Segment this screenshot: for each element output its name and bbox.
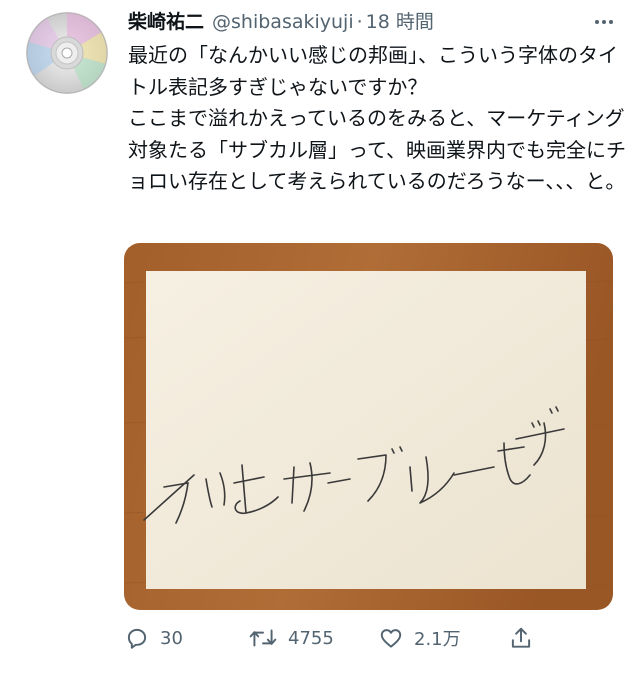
reply-count: 30	[160, 627, 183, 649]
share-button[interactable]	[508, 620, 534, 656]
tweet-text: 最近の「なんかいい感じの邦画」、こういう字体のタイトル表記多すぎじゃないですか？…	[128, 43, 626, 193]
tweet: 柴崎祐二 @shibasakiyuji · 18 時間 最近の「なんかいい感じの…	[0, 0, 640, 673]
avatar[interactable]	[26, 12, 108, 94]
retweet-icon	[249, 629, 277, 647]
tweet-timestamp[interactable]: 18 時間	[366, 8, 434, 36]
separator-dot: ·	[356, 11, 363, 33]
more-dots-icon	[595, 20, 613, 24]
share-upload-icon	[511, 627, 531, 648]
retweet-count: 4755	[288, 627, 334, 649]
cd-disc-icon	[26, 12, 108, 94]
tweet-actions: 30 4755 2.1万	[124, 620, 544, 656]
author-display-name[interactable]: 柴崎祐二	[128, 8, 204, 36]
tweet-photo[interactable]	[124, 243, 613, 610]
reply-button[interactable]: 30	[124, 620, 183, 656]
retweet-button[interactable]: 4755	[248, 620, 334, 656]
more-button[interactable]	[590, 8, 618, 36]
photo-handwritten-sample	[124, 243, 613, 610]
author-handle[interactable]: @shibasakiyuji	[212, 8, 354, 36]
tweet-header: 柴崎祐二 @shibasakiyuji · 18 時間	[128, 8, 620, 36]
heart-icon	[380, 629, 402, 648]
like-button[interactable]: 2.1万	[378, 620, 461, 656]
like-count: 2.1万	[414, 629, 461, 650]
reply-bubble-icon	[127, 628, 147, 649]
